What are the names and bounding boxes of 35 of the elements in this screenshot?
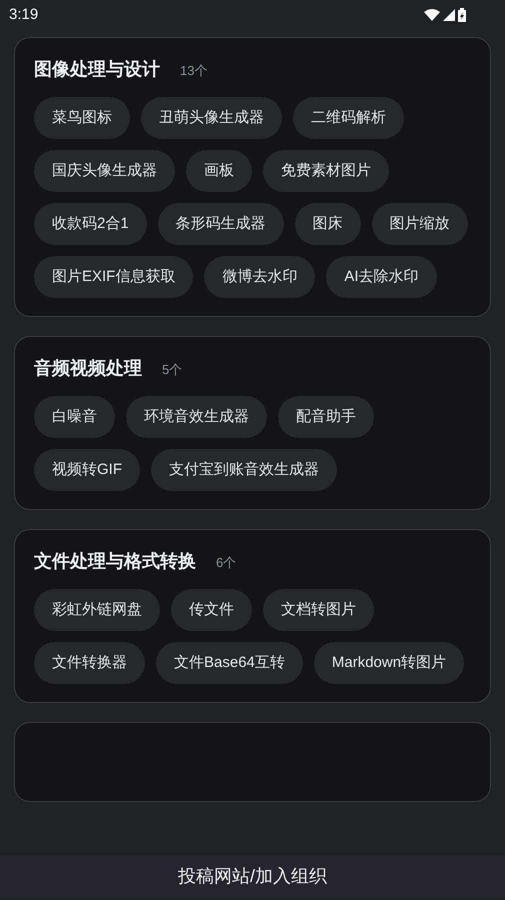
category-title: 文件处理与格式转换 [34, 550, 196, 573]
tool-chip[interactable]: 彩虹外链网盘 [34, 589, 160, 631]
tool-chip[interactable]: 二维码解析 [293, 97, 404, 139]
tool-chip[interactable]: 传文件 [171, 589, 252, 631]
category-count: 5个 [162, 361, 182, 379]
tool-chip[interactable]: AI去除水印 [326, 256, 437, 298]
tool-chip[interactable]: 免费素材图片 [263, 150, 389, 192]
tool-chip[interactable]: 图片缩放 [372, 203, 468, 245]
tool-chip[interactable]: Markdown转图片 [314, 642, 464, 684]
category-count: 6个 [216, 554, 236, 572]
category-title: 音频视频处理 [34, 357, 142, 380]
tool-chip[interactable]: 条形码生成器 [158, 203, 284, 245]
category-count: 13个 [180, 62, 208, 80]
battery-icon [458, 8, 466, 22]
tool-chip[interactable]: 白噪音 [34, 396, 115, 438]
tool-chip[interactable]: 环境音效生成器 [126, 396, 267, 438]
submit-site-button[interactable]: 投稿网站/加入组织 [0, 855, 505, 898]
wifi-icon [424, 9, 440, 21]
tool-chip[interactable]: 文档转图片 [263, 589, 374, 631]
tool-chip[interactable]: 文件转换器 [34, 642, 145, 684]
tool-chip[interactable]: 收款码2合1 [34, 203, 147, 245]
signal-icon [443, 9, 455, 21]
tool-chip[interactable]: 支付宝到账音效生成器 [151, 449, 337, 491]
tool-chip[interactable]: 画板 [186, 150, 252, 192]
category-title: 图像处理与设计 [34, 58, 160, 81]
tool-chip[interactable]: 视频转GIF [34, 449, 140, 491]
tool-chip[interactable]: 菜鸟图标 [34, 97, 130, 139]
tool-chip[interactable]: 微博去水印 [204, 256, 316, 298]
tool-chip[interactable]: 丑萌头像生成器 [141, 97, 282, 139]
tool-chip[interactable]: 国庆头像生成器 [34, 150, 175, 192]
tool-chip[interactable]: 配音助手 [278, 396, 374, 438]
tool-chip[interactable]: 图床 [294, 203, 361, 245]
status-time: 3:19 [9, 4, 38, 25]
tool-chip[interactable]: 图片EXIF信息获取 [34, 256, 194, 298]
tool-chip[interactable]: 文件Base64互转 [156, 642, 303, 684]
